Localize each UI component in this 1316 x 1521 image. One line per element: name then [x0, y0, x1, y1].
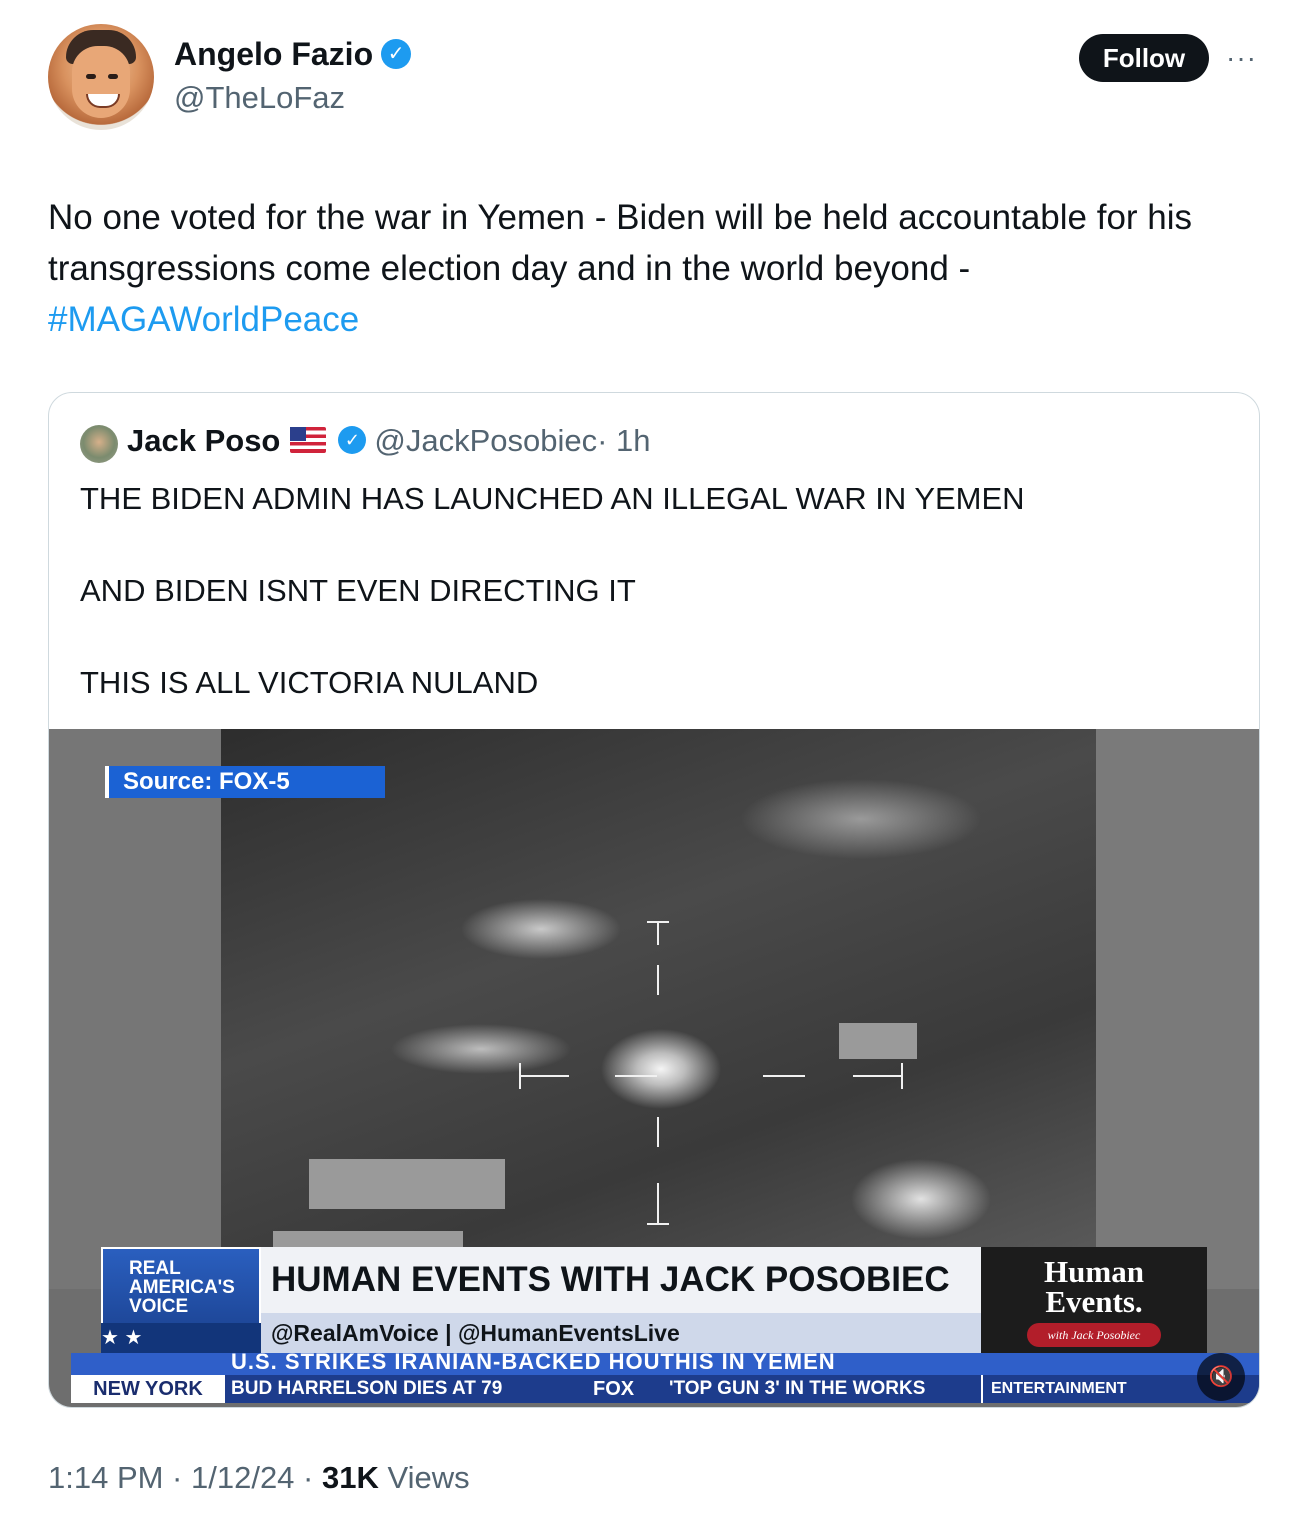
- quoted-author-name[interactable]: Jack Poso: [127, 423, 280, 458]
- video-player[interactable]: Source: FOX-5 REAL AMERICA'S VOICE ★ ★ H…: [49, 729, 1259, 1407]
- views-count: 31K: [321, 1460, 379, 1495]
- hashtag-link[interactable]: #MAGAWorldPeace: [48, 300, 359, 339]
- crosshair-segment: [647, 921, 669, 923]
- he-logo-line-1: Human: [1044, 1254, 1144, 1289]
- quoted-tweet-time[interactable]: · 1h: [597, 423, 650, 458]
- follow-button[interactable]: Follow: [1079, 34, 1209, 82]
- lower-third-graphic: REAL AMERICA'S VOICE ★ ★ HUMAN EVENTS WI…: [101, 1247, 1207, 1353]
- ticker-item-2: 'TOP GUN 3' IN THE WORKS: [669, 1378, 926, 1399]
- tweet-meta: 1:14 PM · 1/12/24 · 31K Views: [48, 1460, 470, 1496]
- video-pillar-left: [49, 729, 221, 1289]
- avatar-eye-right: [108, 74, 118, 79]
- ticker-tag: ENTERTAINMENT: [981, 1375, 1135, 1403]
- crosshair-segment: [853, 1075, 903, 1077]
- us-flag-icon: [290, 426, 327, 453]
- views-label: Views: [378, 1460, 470, 1495]
- ticker-fox-logo: FOX: [593, 1378, 635, 1400]
- he-logo-subtitle: with Jack Posobiec: [1027, 1323, 1161, 1347]
- crosshair-segment: [763, 1075, 805, 1077]
- tweet-body: No one voted for the war in Yemen - Bide…: [48, 198, 1193, 288]
- video-frame: [221, 729, 1096, 1259]
- crosshair-segment: [657, 921, 659, 945]
- quoted-author-avatar[interactable]: [80, 425, 118, 463]
- source-label: Source: FOX-5: [105, 766, 385, 798]
- quoted-text-line-2: AND BIDEN ISNT EVEN DIRECTING IT: [80, 573, 636, 608]
- quoted-text-line-1: THE BIDEN ADMIN HAS LAUNCHED AN ILLEGAL …: [80, 481, 1025, 516]
- crosshair-segment: [615, 1075, 657, 1077]
- human-events-logo: Human Events. with Jack Posobiec: [981, 1247, 1207, 1353]
- news-ticker: U.S. STRIKES IRANIAN-BACKED HOUTHIS IN Y…: [71, 1353, 1259, 1403]
- crosshair-segment: [647, 1223, 669, 1225]
- he-logo-line-2: Events.: [1045, 1284, 1143, 1319]
- quoted-text-line-3: THIS IS ALL VICTORIA NULAND: [80, 665, 539, 700]
- more-options-icon[interactable]: ···: [1226, 42, 1262, 73]
- crosshair-segment: [657, 1183, 659, 1225]
- crosshair-segment: [657, 965, 659, 995]
- quoted-tweet-card[interactable]: Jack Poso ✓ @JackPosobiec· 1h THE BIDEN AD…: [48, 392, 1260, 1408]
- tweet-timestamp[interactable]: 1:14 PM · 1/12/24 ·: [48, 1460, 322, 1495]
- author-name-text[interactable]: Angelo Fazio: [174, 36, 373, 72]
- crosshair-segment: [901, 1063, 903, 1089]
- author-name[interactable]: Angelo Fazio ✓: [174, 36, 412, 73]
- tweet: Angelo Fazio ✓ @TheLoFaz Follow ··· No on…: [0, 0, 1316, 1521]
- crosshair-segment: [657, 1117, 659, 1147]
- hud-block: [839, 1023, 917, 1059]
- ticker-city: NEW YORK: [71, 1375, 225, 1403]
- show-subtitle: @RealAmVoice | @HumanEventsLive: [261, 1313, 981, 1353]
- show-title: HUMAN EVENTS WITH JACK POSOBIEC: [261, 1247, 981, 1313]
- hud-block: [309, 1159, 505, 1209]
- tweet-text: No one voted for the war in Yemen - Bide…: [48, 192, 1268, 345]
- crosshair-segment: [519, 1075, 569, 1077]
- ticker-item-1: BUD HARRELSON DIES AT 79: [231, 1378, 503, 1399]
- author-handle[interactable]: @TheLoFaz: [174, 80, 345, 116]
- author-avatar[interactable]: [48, 24, 154, 130]
- avatar-eye-left: [86, 74, 96, 79]
- rav-stars: ★ ★: [101, 1323, 261, 1353]
- video-pillar-right: [1096, 729, 1259, 1289]
- muted-speaker-icon[interactable]: 🔇: [1197, 1353, 1245, 1401]
- quoted-verified-badge-icon: ✓: [338, 425, 367, 454]
- crosshair-segment: [519, 1063, 521, 1089]
- quoted-tweet-header: Jack Poso ✓ @JackPosobiec· 1h: [127, 423, 651, 459]
- quoted-author-handle[interactable]: @JackPosobiec: [374, 423, 597, 458]
- verified-badge-icon: ✓: [381, 38, 412, 69]
- ticker-headline: U.S. STRIKES IRANIAN-BACKED HOUTHIS IN Y…: [71, 1353, 1259, 1375]
